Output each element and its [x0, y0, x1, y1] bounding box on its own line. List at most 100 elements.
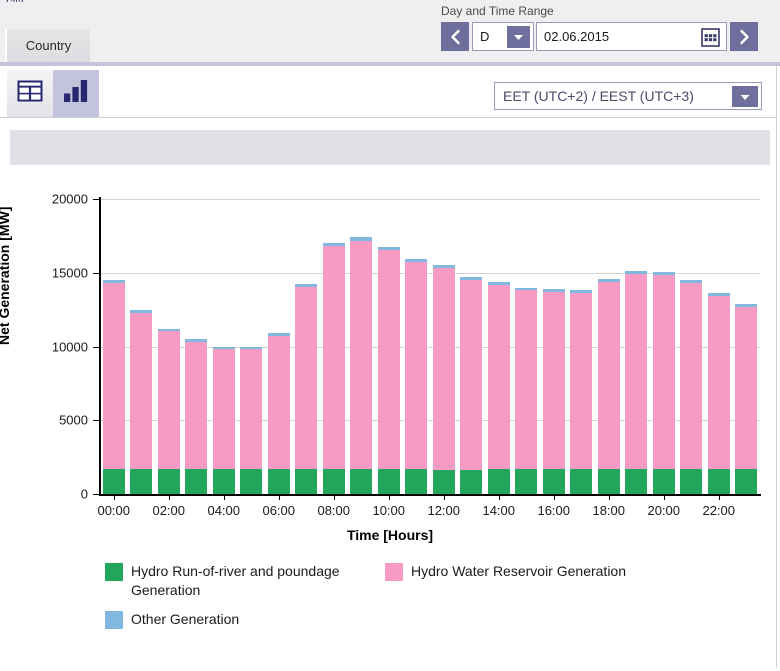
bar[interactable] [185, 199, 208, 494]
bar-segment [322, 245, 345, 470]
next-day-button[interactable] [730, 22, 758, 51]
bar-segment [597, 468, 620, 494]
legend-item[interactable]: Hydro Run-of-river and poundage Generati… [105, 562, 375, 600]
bar-segment [625, 270, 648, 274]
chevron-down-icon[interactable] [732, 86, 758, 107]
bar[interactable] [652, 199, 675, 494]
bar-segment [515, 468, 538, 494]
bar[interactable] [487, 199, 510, 494]
bar-segment [487, 285, 510, 469]
bar-segment [625, 273, 648, 469]
bar-segment [515, 287, 538, 291]
bar-segment [680, 283, 703, 469]
bar[interactable] [515, 199, 538, 494]
bar-segment [130, 312, 153, 470]
bar[interactable] [460, 199, 483, 494]
granularity-select[interactable]: D [472, 22, 534, 51]
bar[interactable] [542, 199, 565, 494]
legend-item[interactable]: Other Generation [105, 610, 375, 629]
bar-segment [157, 328, 180, 332]
bar-segment [735, 468, 758, 494]
date-input[interactable]: 02.06.2015 [536, 22, 727, 51]
bar[interactable] [102, 199, 125, 494]
bar-segment [432, 268, 455, 471]
calendar-icon[interactable] [701, 28, 720, 47]
bar[interactable] [377, 199, 400, 494]
bar-segment [625, 468, 648, 494]
table-view-button[interactable] [7, 70, 53, 117]
bar[interactable] [432, 199, 455, 494]
bar-segment [570, 293, 593, 469]
tab-country[interactable]: Country [6, 29, 90, 62]
x-tick-label: 00:00 [97, 503, 131, 518]
tab-country-label: Country [25, 38, 72, 53]
bar-segment [295, 287, 318, 470]
bar-segment [185, 341, 208, 470]
previous-day-button[interactable] [441, 22, 469, 51]
right-panel-edge [776, 66, 780, 671]
bar[interactable] [405, 199, 428, 494]
bar[interactable] [240, 199, 263, 494]
bar[interactable] [735, 199, 758, 494]
bar-segment [322, 469, 345, 494]
bar[interactable] [130, 199, 153, 494]
y-tick-label: 15000 [51, 265, 88, 281]
x-tick-label: 12:00 [427, 503, 461, 518]
bar[interactable] [570, 199, 593, 494]
legend-swatch [385, 563, 403, 581]
bar-segment [542, 468, 565, 494]
bar[interactable] [267, 199, 290, 494]
bar-segment [130, 310, 153, 313]
bar-segment [295, 284, 318, 288]
top-header-strip: [%] Country Day and Time Range D [0, 0, 780, 62]
timezone-select[interactable]: EET (UTC+2) / EEST (UTC+3) [494, 82, 762, 110]
bar-segment [405, 258, 428, 262]
bar-series-container [100, 199, 760, 494]
bar[interactable] [212, 199, 235, 494]
bar-segment [102, 469, 125, 494]
bar-segment [680, 468, 703, 494]
bar-segment [542, 289, 565, 292]
legend-item[interactable]: Hydro Water Reservoir Generation [385, 562, 725, 581]
bar-segment [542, 291, 565, 469]
bar-segment [432, 470, 455, 494]
y-axis-title: Net Generation [MW] [0, 206, 12, 345]
x-tick-label: 10:00 [372, 503, 406, 518]
y-tick-label: 10000 [51, 339, 88, 354]
bar[interactable] [350, 199, 373, 494]
bar-segment [570, 468, 593, 494]
bar[interactable] [295, 199, 318, 494]
table-grid-icon [17, 80, 43, 107]
bar[interactable] [322, 199, 345, 494]
bar-segment [212, 346, 235, 350]
bar-segment [185, 469, 208, 494]
legend-swatch [105, 611, 123, 629]
bar-segment [212, 469, 235, 494]
chart-view-button[interactable] [53, 70, 99, 117]
bar[interactable] [157, 199, 180, 494]
bar-segment [267, 335, 290, 470]
bar-segment [515, 290, 538, 469]
bar-segment [267, 469, 290, 494]
chart-header-band [10, 130, 770, 165]
bar-segment [735, 307, 758, 469]
bar[interactable] [625, 199, 648, 494]
chevron-down-icon[interactable] [507, 26, 530, 48]
bar[interactable] [680, 199, 703, 494]
x-tick-label: 02:00 [152, 503, 186, 518]
clipped-window-title: [%] [6, 0, 24, 2]
application-window: [%] Country Day and Time Range D [0, 0, 780, 671]
bar-segment [432, 265, 455, 269]
bar-segment [350, 240, 373, 470]
bar-segment [460, 470, 483, 494]
x-tick-label: 06:00 [262, 503, 296, 518]
x-tick-label: 22:00 [702, 503, 736, 518]
bar-segment [322, 242, 345, 246]
bar-segment [460, 279, 483, 471]
bar-segment [240, 469, 263, 494]
bar[interactable] [597, 199, 620, 494]
x-tick-label: 04:00 [207, 503, 241, 518]
bar-segment [377, 469, 400, 494]
bar-segment [597, 278, 620, 282]
bar[interactable] [707, 199, 730, 494]
